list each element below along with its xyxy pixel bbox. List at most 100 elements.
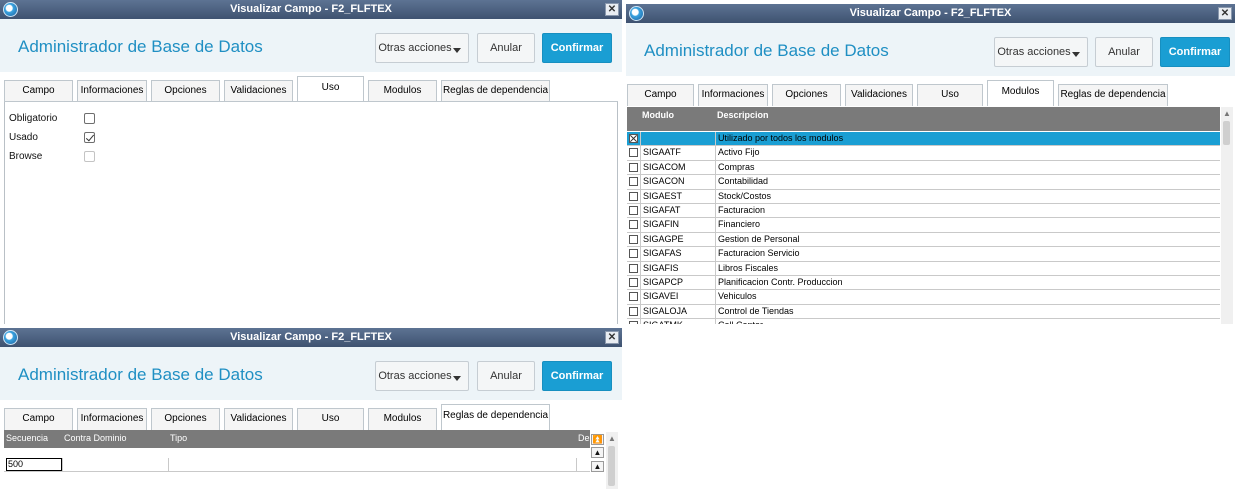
scroll-up-icon[interactable]: ▲ — [608, 434, 616, 443]
row-checkbox[interactable] — [629, 177, 638, 187]
vertical-scrollbar[interactable]: ▲ — [1221, 107, 1233, 324]
move-up-double-icon[interactable]: ▲ — [591, 447, 604, 458]
row-checkbox[interactable] — [629, 292, 638, 302]
confirmar-button[interactable]: Confirmar — [1160, 37, 1230, 67]
table-row[interactable]: SIGACOM Compras — [627, 160, 1220, 176]
table-row[interactable]: SIGACON Contabilidad — [627, 175, 1220, 190]
tab-informaciones[interactable]: Informaciones — [77, 408, 147, 430]
tab-modulos[interactable]: Modulos — [987, 80, 1054, 106]
row-checkbox[interactable] — [629, 263, 638, 273]
row-checkbox[interactable] — [629, 148, 638, 158]
tab-campo[interactable]: Campo — [627, 84, 694, 106]
row-checkbox[interactable] — [629, 162, 638, 172]
tab-campo[interactable]: Campo — [4, 80, 73, 102]
row-checkbox[interactable] — [629, 306, 638, 316]
table-row[interactable]: SIGAFIS Libros Fiscales — [627, 261, 1220, 276]
window-title: Visualizar Campo - F2_FLFTEX — [849, 7, 1012, 19]
anular-button[interactable]: Anular — [477, 361, 535, 391]
table-row[interactable]: SIGAATF Activo Fijo — [627, 146, 1220, 161]
column-divider — [640, 304, 641, 319]
otras-acciones-label: Otras acciones — [378, 370, 452, 382]
tab-opciones[interactable]: Opciones — [151, 408, 220, 430]
usado-label: Usado — [9, 132, 38, 143]
table-row[interactable]: SIGALOJA Control de Tiendas — [627, 304, 1220, 320]
otras-acciones-label: Otras acciones — [378, 42, 452, 54]
otras-acciones-button[interactable]: Otras acciones — [375, 33, 469, 63]
modulo-cell: SIGAGPE — [643, 233, 684, 244]
row-checkbox[interactable] — [629, 234, 638, 244]
move-top-icon[interactable]: ⏫ — [591, 434, 604, 445]
row-checkbox[interactable] — [629, 278, 638, 287]
close-button[interactable]: ✕ — [605, 3, 619, 16]
app-title: Administrador de Base de Datos — [18, 37, 263, 56]
tab-uso[interactable]: Uso — [297, 76, 364, 102]
table-row[interactable]: SIGAPCP Planificacion Contr. Produccion — [627, 276, 1220, 291]
anular-button[interactable]: Anular — [1095, 37, 1153, 67]
table-row[interactable]: SIGAEST Stock/Costos — [627, 189, 1220, 204]
modulo-cell: SIGALOJA — [643, 305, 688, 316]
column-divider — [640, 276, 641, 290]
row-checkbox[interactable] — [629, 191, 638, 201]
otras-acciones-label: Otras acciones — [997, 46, 1071, 58]
column-divider — [640, 132, 641, 146]
column-divider — [715, 160, 716, 175]
move-up-icon[interactable]: ▲ — [591, 461, 604, 472]
tab-validaciones[interactable]: Validaciones — [845, 84, 913, 106]
table-row[interactable]: SIGAGPE Gestion de Personal — [627, 232, 1220, 248]
browse-checkbox[interactable] — [84, 151, 95, 162]
tab-validaciones[interactable]: Validaciones — [224, 408, 293, 430]
column-divider — [715, 247, 716, 261]
row-checkbox[interactable] — [629, 249, 638, 259]
table-row[interactable]: SIGAFAS Facturacion Servicio — [627, 247, 1220, 262]
app-title: Administrador de Base de Datos — [18, 365, 263, 384]
window-uso: Visualizar Campo - F2_FLFTEX ✕ Administr… — [0, 0, 622, 324]
tab-informaciones[interactable]: Informaciones — [698, 84, 768, 106]
tab-opciones[interactable]: Opciones — [772, 84, 841, 106]
confirmar-button[interactable]: Confirmar — [542, 361, 612, 391]
title-bar: Visualizar Campo - F2_FLFTEX ✕ — [0, 0, 622, 19]
tab-reglas-de-dependencia[interactable]: Reglas de dependencia — [441, 80, 550, 102]
table-row[interactable]: SIGAVEI Vehiculos — [627, 290, 1220, 305]
tab-reglas-de-dependencia[interactable]: Reglas de dependencia — [441, 404, 550, 430]
tab-validaciones[interactable]: Validaciones — [224, 80, 293, 102]
vertical-scrollbar[interactable]: ▲ — [606, 432, 618, 489]
table-row[interactable]: Utilizado por todos los modulos — [627, 132, 1220, 147]
tab-campo[interactable]: Campo — [4, 408, 73, 430]
row-checkbox[interactable] — [629, 220, 638, 230]
table-row[interactable]: SIGAFAT Facturacion — [627, 204, 1220, 219]
column-divider — [715, 189, 716, 203]
table-row[interactable]: 500 — [4, 458, 590, 472]
close-button[interactable]: ✕ — [605, 331, 619, 344]
tab-opciones[interactable]: Opciones — [151, 80, 220, 102]
usado-checkbox[interactable] — [84, 132, 95, 143]
tab-modulos[interactable]: Modulos — [368, 408, 437, 430]
table-row[interactable]: SIGATMK Call Center — [627, 319, 1220, 324]
tab-modulos[interactable]: Modulos — [368, 80, 437, 102]
window-title: Visualizar Campo - F2_FLFTEX — [230, 3, 392, 15]
anular-button[interactable]: Anular — [477, 33, 535, 63]
obligatorio-checkbox[interactable] — [84, 113, 95, 124]
otras-acciones-button[interactable]: Otras acciones — [994, 37, 1088, 67]
tab-informaciones[interactable]: Informaciones — [77, 80, 147, 102]
secuencia-cell[interactable]: 500 — [6, 458, 62, 471]
modulo-cell: SIGAATF — [643, 147, 681, 158]
tab-uso[interactable]: Uso — [917, 84, 983, 106]
scrollbar-thumb[interactable] — [608, 446, 615, 486]
descripcion-cell: Libros Fiscales — [718, 262, 779, 273]
tab-bar: Campo Informaciones Opciones Validacione… — [0, 402, 622, 430]
tab-uso[interactable]: Uso — [297, 408, 364, 430]
otras-acciones-button[interactable]: Otras acciones — [375, 361, 469, 391]
tab-reglas-de-dependencia[interactable]: Reglas de dependencia — [1058, 84, 1168, 106]
row-checkbox[interactable] — [629, 321, 638, 324]
table-row[interactable]: SIGAFIN Financiero — [627, 218, 1220, 233]
close-button[interactable]: ✕ — [1218, 7, 1232, 20]
scroll-up-icon[interactable]: ▲ — [1223, 109, 1231, 118]
column-header-tipo: Tipo — [170, 433, 188, 443]
column-divider — [576, 458, 577, 471]
row-checkbox[interactable] — [629, 134, 638, 143]
scrollbar-thumb[interactable] — [1223, 121, 1230, 145]
column-divider — [715, 232, 716, 247]
row-checkbox[interactable] — [629, 206, 638, 215]
confirmar-button[interactable]: Confirmar — [542, 33, 612, 63]
modulo-cell: SIGAEST — [643, 190, 683, 201]
